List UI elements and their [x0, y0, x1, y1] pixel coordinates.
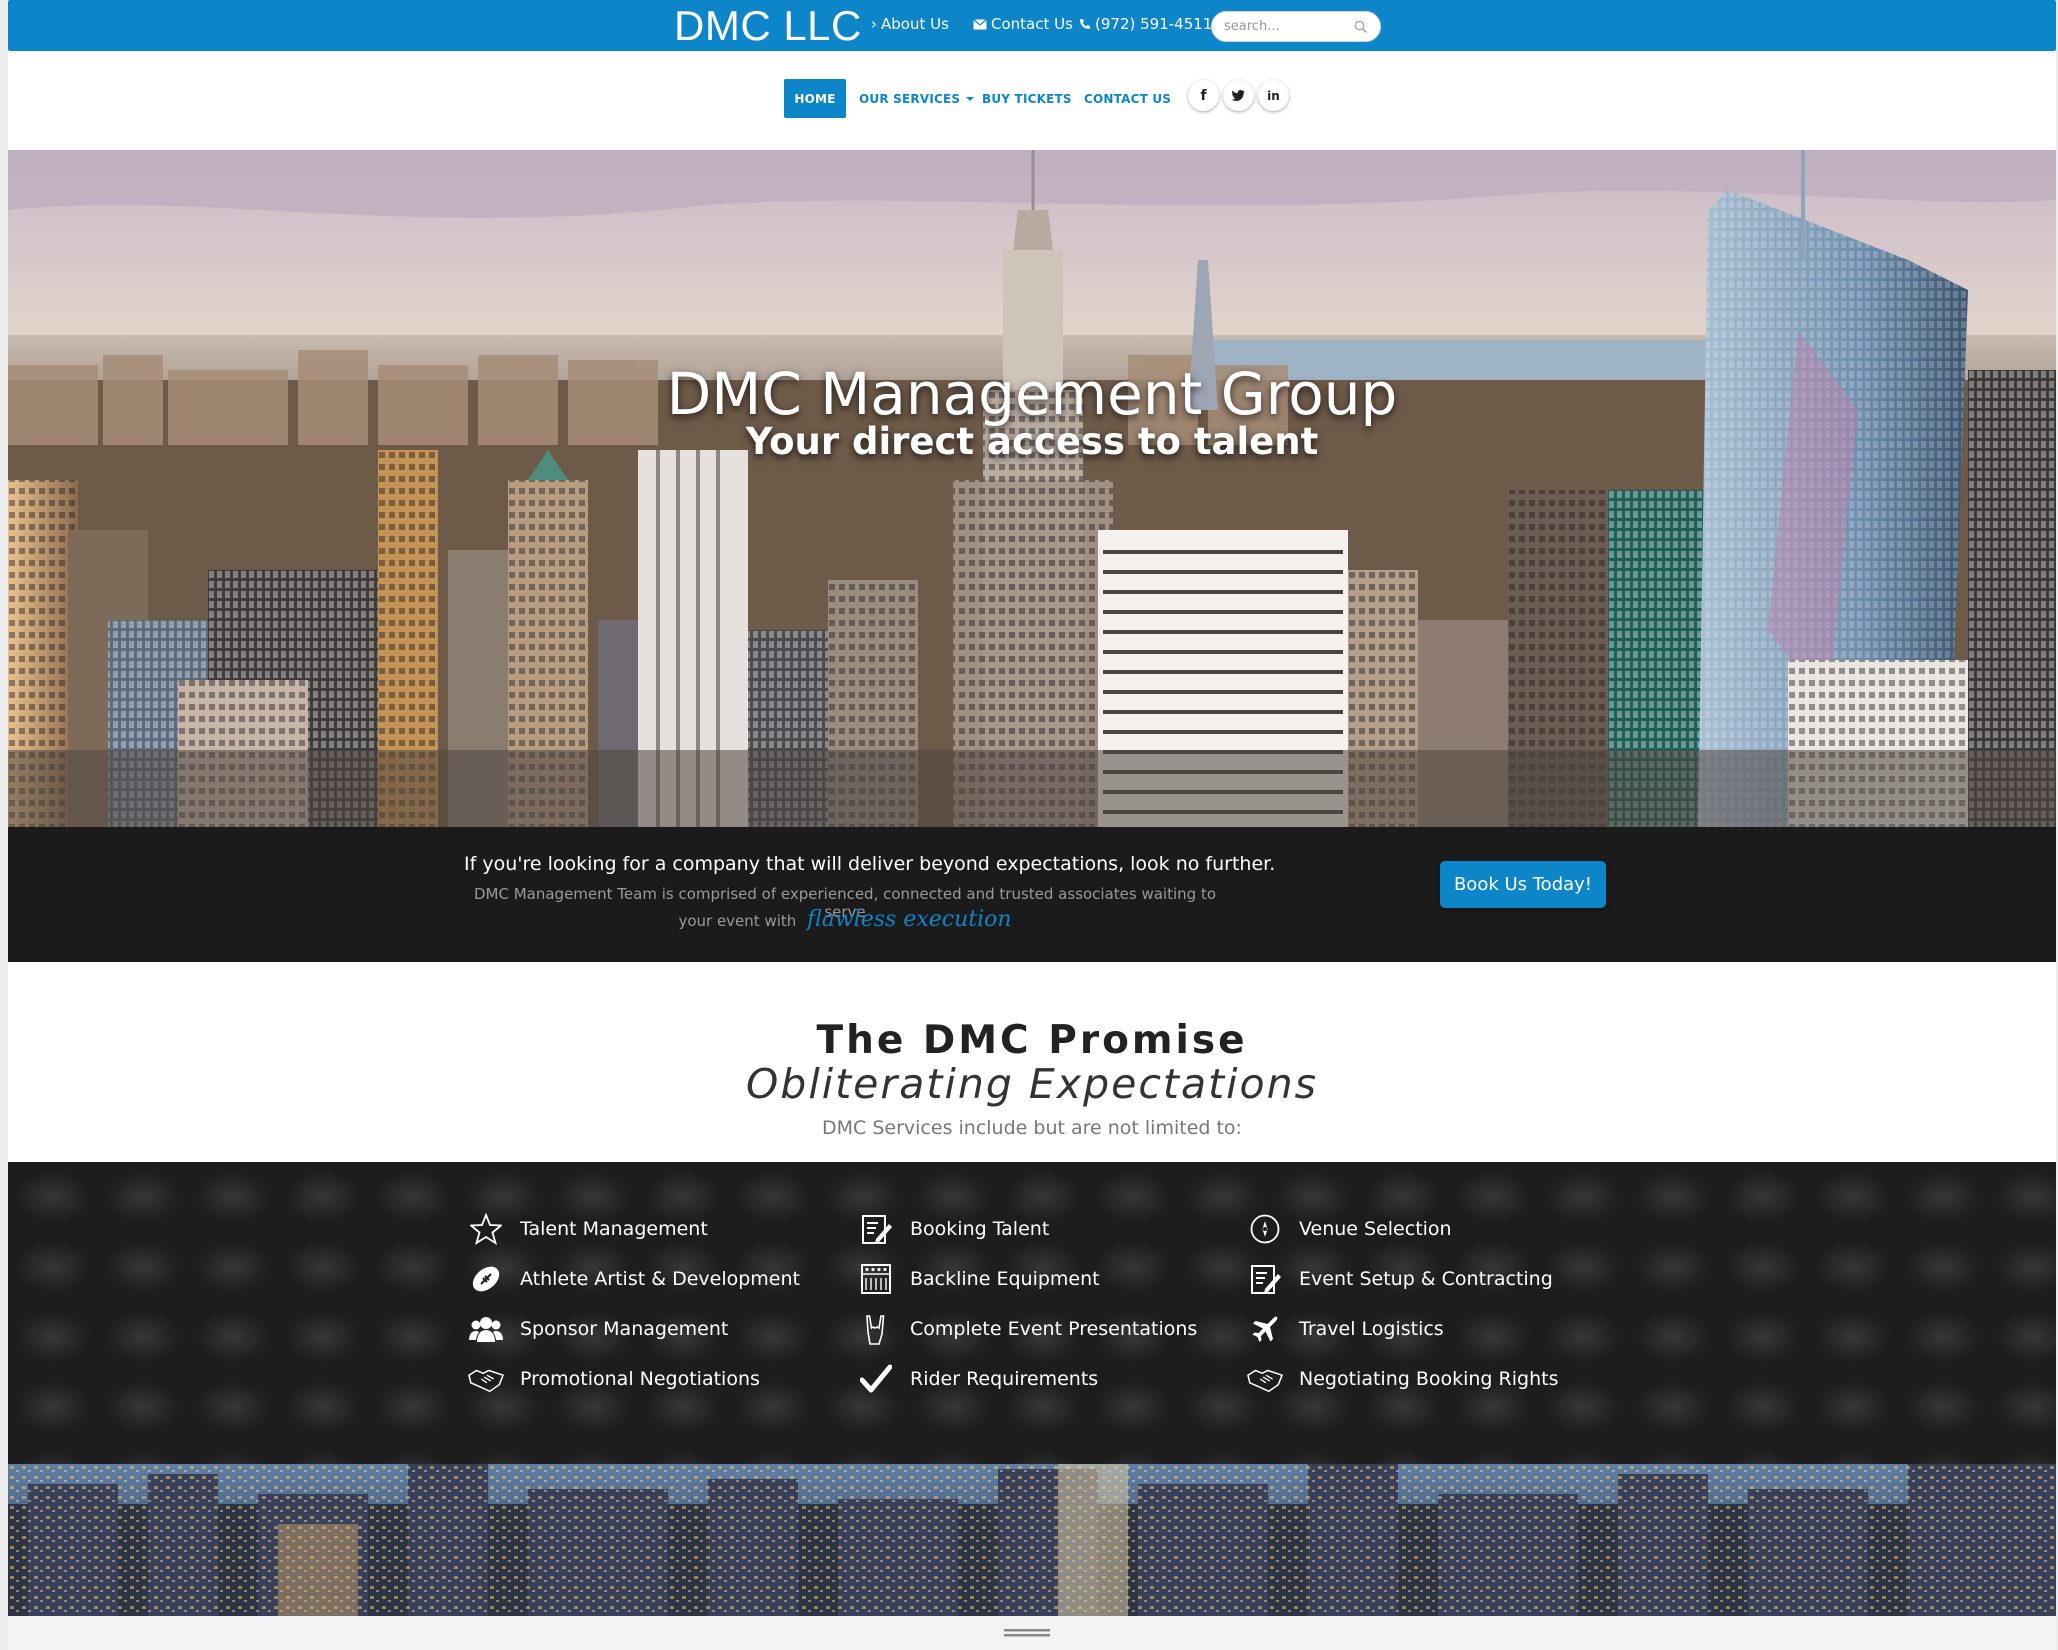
- page: DMC LLC › About Us Contact Us (972) 591-…: [8, 0, 2056, 1650]
- phone-link[interactable]: (972) 591-4511: [1079, 15, 1212, 33]
- nav-our-services[interactable]: OUR SERVICES: [859, 79, 975, 118]
- service-label: Talent Management: [520, 1218, 708, 1240]
- main-nav: HOME OUR SERVICES BUY TICKETS CONTACT US…: [8, 51, 2056, 150]
- football-icon: [468, 1261, 504, 1297]
- nav-our-services-label: OUR SERVICES: [859, 91, 961, 106]
- phone-icon: [1080, 19, 1090, 29]
- city-skyline-image: [8, 150, 2056, 827]
- promise-note: DMC Services include but are not limited…: [822, 1117, 1242, 1139]
- cta-description-line-2: your event with flawless execution: [470, 907, 1220, 932]
- group-icon: [468, 1311, 504, 1347]
- handshake-icon: [468, 1361, 504, 1397]
- nav-buy-tickets[interactable]: BUY TICKETS: [982, 79, 1072, 118]
- rock-hand-icon: [858, 1311, 894, 1347]
- service-label: Event Setup & Contracting: [1299, 1268, 1553, 1290]
- hero-title: DMC Management Group: [666, 360, 1398, 428]
- cta-lead-text: If you're looking for a company that wil…: [464, 853, 1276, 875]
- checkmark-icon: [858, 1361, 894, 1397]
- chevron-right-icon: ›: [871, 15, 877, 33]
- hero-banner: DMC Management Group Your direct access …: [8, 150, 2056, 827]
- promise-title: The DMC Promise: [816, 1018, 1248, 1063]
- footer-strip: [8, 1616, 2056, 1650]
- service-label: Complete Event Presentations: [910, 1318, 1198, 1340]
- service-label: Sponsor Management: [520, 1318, 729, 1340]
- amplifier-icon: [858, 1261, 894, 1297]
- twitter-bird-glyph: [1232, 90, 1245, 101]
- twitter-icon[interactable]: [1223, 80, 1254, 111]
- airplane-icon: [1247, 1311, 1283, 1347]
- service-complete-event-presentations: Complete Event Presentations: [858, 1311, 1197, 1347]
- service-label: Venue Selection: [1299, 1218, 1452, 1240]
- contact-us-label: Contact Us: [991, 15, 1073, 33]
- edit-document-icon: [858, 1211, 894, 1247]
- cta-description-text: your event with: [678, 912, 797, 930]
- search-box: [1211, 11, 1381, 42]
- nav-home[interactable]: HOME: [784, 79, 846, 118]
- compass-icon: [1247, 1211, 1283, 1247]
- promise-section: The DMC Promise Obliterating Expectation…: [8, 962, 2056, 1162]
- service-label: Promotional Negotiations: [520, 1368, 760, 1390]
- brand-logo[interactable]: DMC LLC: [674, 2, 862, 50]
- service-label: Travel Logistics: [1299, 1318, 1444, 1340]
- service-negotiating-booking-rights: Negotiating Booking Rights: [1247, 1361, 1558, 1397]
- top-bar: DMC LLC › About Us Contact Us (972) 591-…: [8, 0, 2056, 51]
- drag-handle-icon[interactable]: [1004, 1628, 1050, 1638]
- book-us-today-button[interactable]: Book Us Today!: [1440, 861, 1606, 908]
- facebook-icon[interactable]: f: [1188, 80, 1219, 111]
- star-icon: [468, 1211, 504, 1247]
- promise-subtitle: Obliterating Expectations: [746, 1060, 1318, 1108]
- search-icon[interactable]: [1354, 20, 1368, 34]
- service-sponsor-management: Sponsor Management: [468, 1311, 728, 1347]
- caret-down-icon: [966, 96, 975, 101]
- contact-us-link[interactable]: Contact Us: [973, 15, 1073, 33]
- service-venue-selection: Venue Selection: [1247, 1211, 1452, 1247]
- service-label: Athlete Artist & Development: [520, 1268, 800, 1290]
- hero-subtitle: Your direct access to talent: [745, 420, 1319, 463]
- about-us-link[interactable]: › About Us: [871, 15, 949, 33]
- nav-contact-us[interactable]: CONTACT US: [1084, 79, 1171, 118]
- envelope-icon: [973, 18, 987, 29]
- service-rider-requirements: Rider Requirements: [858, 1361, 1098, 1397]
- service-event-setup-contracting: Event Setup & Contracting: [1247, 1261, 1553, 1297]
- services-section: Talent Management Athlete Artist & Devel…: [8, 1162, 2056, 1464]
- flawless-execution-highlight: flawless execution: [807, 907, 1012, 932]
- contract-icon: [1247, 1261, 1283, 1297]
- service-label: Rider Requirements: [910, 1368, 1099, 1390]
- service-promotional-negotiations: Promotional Negotiations: [468, 1361, 760, 1397]
- about-us-label: About Us: [881, 15, 949, 33]
- phone-label: (972) 591-4511: [1095, 15, 1213, 33]
- service-label: Negotiating Booking Rights: [1299, 1368, 1559, 1390]
- service-label: Backline Equipment: [910, 1268, 1100, 1290]
- night-city-image: [8, 1464, 2056, 1616]
- night-city-banner: [8, 1464, 2056, 1616]
- service-talent-management: Talent Management: [468, 1211, 708, 1247]
- service-athlete-artist-development: Athlete Artist & Development: [468, 1261, 800, 1297]
- linkedin-icon[interactable]: in: [1258, 80, 1289, 111]
- handshake-icon: [1247, 1361, 1283, 1397]
- service-backline-equipment: Backline Equipment: [858, 1261, 1100, 1297]
- cta-band: If you're looking for a company that wil…: [8, 827, 2056, 962]
- service-travel-logistics: Travel Logistics: [1247, 1311, 1444, 1347]
- search-input[interactable]: [1224, 19, 1349, 34]
- service-booking-talent: Booking Talent: [858, 1211, 1049, 1247]
- service-label: Booking Talent: [910, 1218, 1050, 1240]
